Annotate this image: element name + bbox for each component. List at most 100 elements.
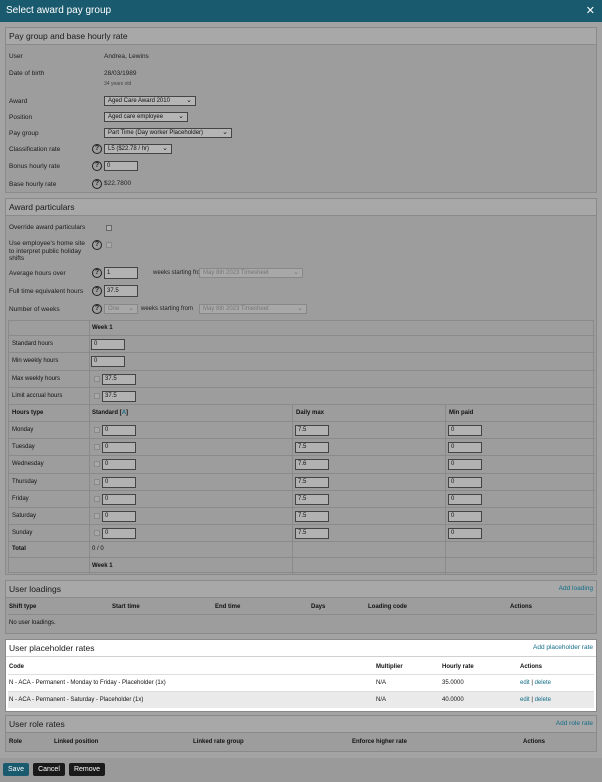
cancel-button[interactable]: Cancel [33, 763, 65, 776]
weeks-starting-label: weeks starting from [141, 306, 194, 312]
avg-hours-input[interactable]: 1 [104, 267, 138, 279]
help-icon[interactable]: ? [92, 144, 102, 154]
add-loading-link[interactable]: Add loading [559, 585, 593, 592]
min-weekly-input[interactable]: 0 [91, 356, 125, 367]
day-standard-input[interactable]: 0 [102, 493, 136, 505]
day-min-paid-input[interactable]: 0 [448, 528, 482, 540]
limit-accrual-input[interactable]: 37.5 [102, 391, 136, 402]
chevron-down-icon: ⌄ [293, 269, 299, 276]
save-button[interactable]: Save [3, 763, 29, 776]
avg-timesheet-select[interactable]: May 8th 2023 Timesheet ⌄ [199, 268, 303, 278]
day-daily-max-input[interactable]: 7.5 [295, 493, 329, 505]
num-weeks-value: One [108, 306, 120, 312]
num-weeks-select[interactable]: One ⌄ [104, 304, 138, 314]
day-standard-checkbox[interactable] [94, 495, 100, 502]
help-icon[interactable]: ? [92, 268, 102, 278]
help-icon[interactable]: ? [92, 179, 102, 189]
week-header: Week 1 [92, 325, 113, 331]
day-standard-input[interactable]: 0 [102, 476, 136, 488]
col-linked-position: Linked position [54, 739, 99, 745]
day-standard-checkbox[interactable] [94, 427, 100, 433]
add-role-rate-link[interactable]: Add role rate [556, 720, 593, 727]
remove-button[interactable]: Remove [69, 763, 105, 776]
section-title: Award particulars [9, 202, 75, 212]
rate-multiplier: N/A [376, 697, 387, 703]
num-weeks-timesheet-select[interactable]: May 8th 2023 Timesheet ⌄ [199, 304, 307, 314]
delete-link[interactable]: delete [535, 680, 551, 686]
day-standard-checkbox[interactable] [94, 461, 100, 468]
row-divider [9, 352, 595, 353]
standard-apply-link[interactable]: A [122, 410, 126, 416]
day-min-paid-input[interactable]: 0 [448, 476, 482, 488]
help-icon[interactable]: ? [92, 161, 102, 171]
row-divider [9, 557, 595, 558]
chevron-down-icon: ⌄ [222, 129, 228, 136]
day-daily-max-input[interactable]: 7.5 [295, 442, 329, 454]
day-standard-checkbox[interactable] [94, 513, 100, 519]
pay-group-select[interactable]: Part Time (Day worker Placeholder) ⌄ [104, 128, 232, 138]
section-title: Pay group and base hourly rate [9, 31, 128, 41]
day-daily-max-input[interactable]: 7.6 [295, 459, 329, 471]
day-min-paid-input[interactable]: 0 [448, 442, 482, 454]
day-min-paid-input[interactable]: 0 [448, 425, 482, 436]
day-daily-max-input[interactable]: 7.5 [295, 528, 329, 540]
day-daily-max-input[interactable]: 7.5 [295, 511, 329, 522]
award-select[interactable]: Aged Care Award 2010 ⌄ [104, 96, 196, 106]
help-icon[interactable]: ? [92, 304, 102, 314]
day-min-paid-input[interactable]: 0 [448, 511, 482, 522]
table-row: Sunday 0 7.5 0 [9, 525, 595, 543]
position-select[interactable]: Aged care employee ⌄ [104, 112, 188, 122]
section-header: Pay group and base hourly rate [6, 28, 596, 45]
day-standard-input[interactable]: 0 [102, 528, 136, 540]
day-label: Tuesday [12, 444, 35, 451]
home-site-checkbox[interactable] [106, 242, 112, 248]
day-standard-input[interactable]: 0 [102, 511, 136, 522]
day-standard-input[interactable]: 0 [102, 442, 136, 454]
delete-link[interactable]: delete [535, 697, 551, 703]
add-placeholder-rate-link[interactable]: Add placeholder rate [533, 644, 593, 651]
help-icon[interactable]: ? [92, 286, 102, 296]
col-loading-code: Loading code [368, 604, 407, 610]
avg-hours-label: Average hours over [9, 270, 66, 277]
standard-header-text: Standard [92, 410, 119, 416]
col-actions: Actions [510, 604, 533, 610]
empty-loadings: No user loadings. [9, 620, 56, 626]
day-standard-checkbox[interactable] [94, 530, 100, 537]
day-label: Saturday [12, 513, 37, 519]
role-rates-section: User role rates Add role rate Role Linke… [5, 715, 597, 752]
day-standard-checkbox[interactable] [94, 444, 100, 451]
day-standard-input[interactable]: 0 [102, 425, 136, 436]
col-linked-rate-group: Linked rate group [193, 739, 244, 745]
day-min-paid-input[interactable]: 0 [448, 459, 482, 471]
age-value: 34 years old [104, 81, 132, 87]
rate-multiplier: N/A [376, 680, 387, 686]
day-standard-checkbox[interactable] [94, 478, 100, 485]
help-icon[interactable]: ? [92, 240, 102, 250]
table-row: N - ACA - Permanent - Monday to Friday -… [8, 675, 594, 691]
bonus-input[interactable]: 0 [104, 161, 138, 171]
position-label: Position [9, 114, 33, 121]
max-weekly-checkbox[interactable] [94, 376, 100, 382]
section-title: User loadings [9, 584, 61, 594]
placeholder-rates-section: User placeholder rates Add placeholder r… [5, 639, 597, 712]
day-daily-max-input[interactable]: 7.5 [295, 476, 329, 488]
table-row: Saturday 0 7.5 0 [9, 508, 595, 526]
daily-max-header: Daily max [296, 410, 325, 416]
hours-row-label: Max weekly hours [12, 376, 61, 382]
day-standard-input[interactable]: 0 [102, 459, 136, 471]
day-min-paid-input[interactable]: 0 [448, 493, 482, 505]
limit-accrual-checkbox[interactable] [94, 393, 100, 399]
row-divider [9, 335, 595, 336]
override-checkbox[interactable] [106, 225, 112, 231]
user-loadings-section: User loadings Add loading Shift type Sta… [5, 580, 597, 634]
max-weekly-input[interactable]: 37.5 [102, 374, 136, 385]
fte-input[interactable]: 37.5 [104, 285, 138, 297]
standard-hours-input[interactable]: 0 [91, 339, 125, 350]
edit-link[interactable]: edit [520, 680, 530, 686]
classification-select[interactable]: L5 ($22.78 / hr) ⌄ [104, 144, 172, 154]
edit-link[interactable]: edit [520, 697, 530, 703]
award-label: Award [9, 98, 28, 105]
day-label: Sunday [12, 530, 33, 537]
day-daily-max-input[interactable]: 7.5 [295, 425, 329, 436]
close-icon[interactable]: ✕ [586, 4, 595, 17]
